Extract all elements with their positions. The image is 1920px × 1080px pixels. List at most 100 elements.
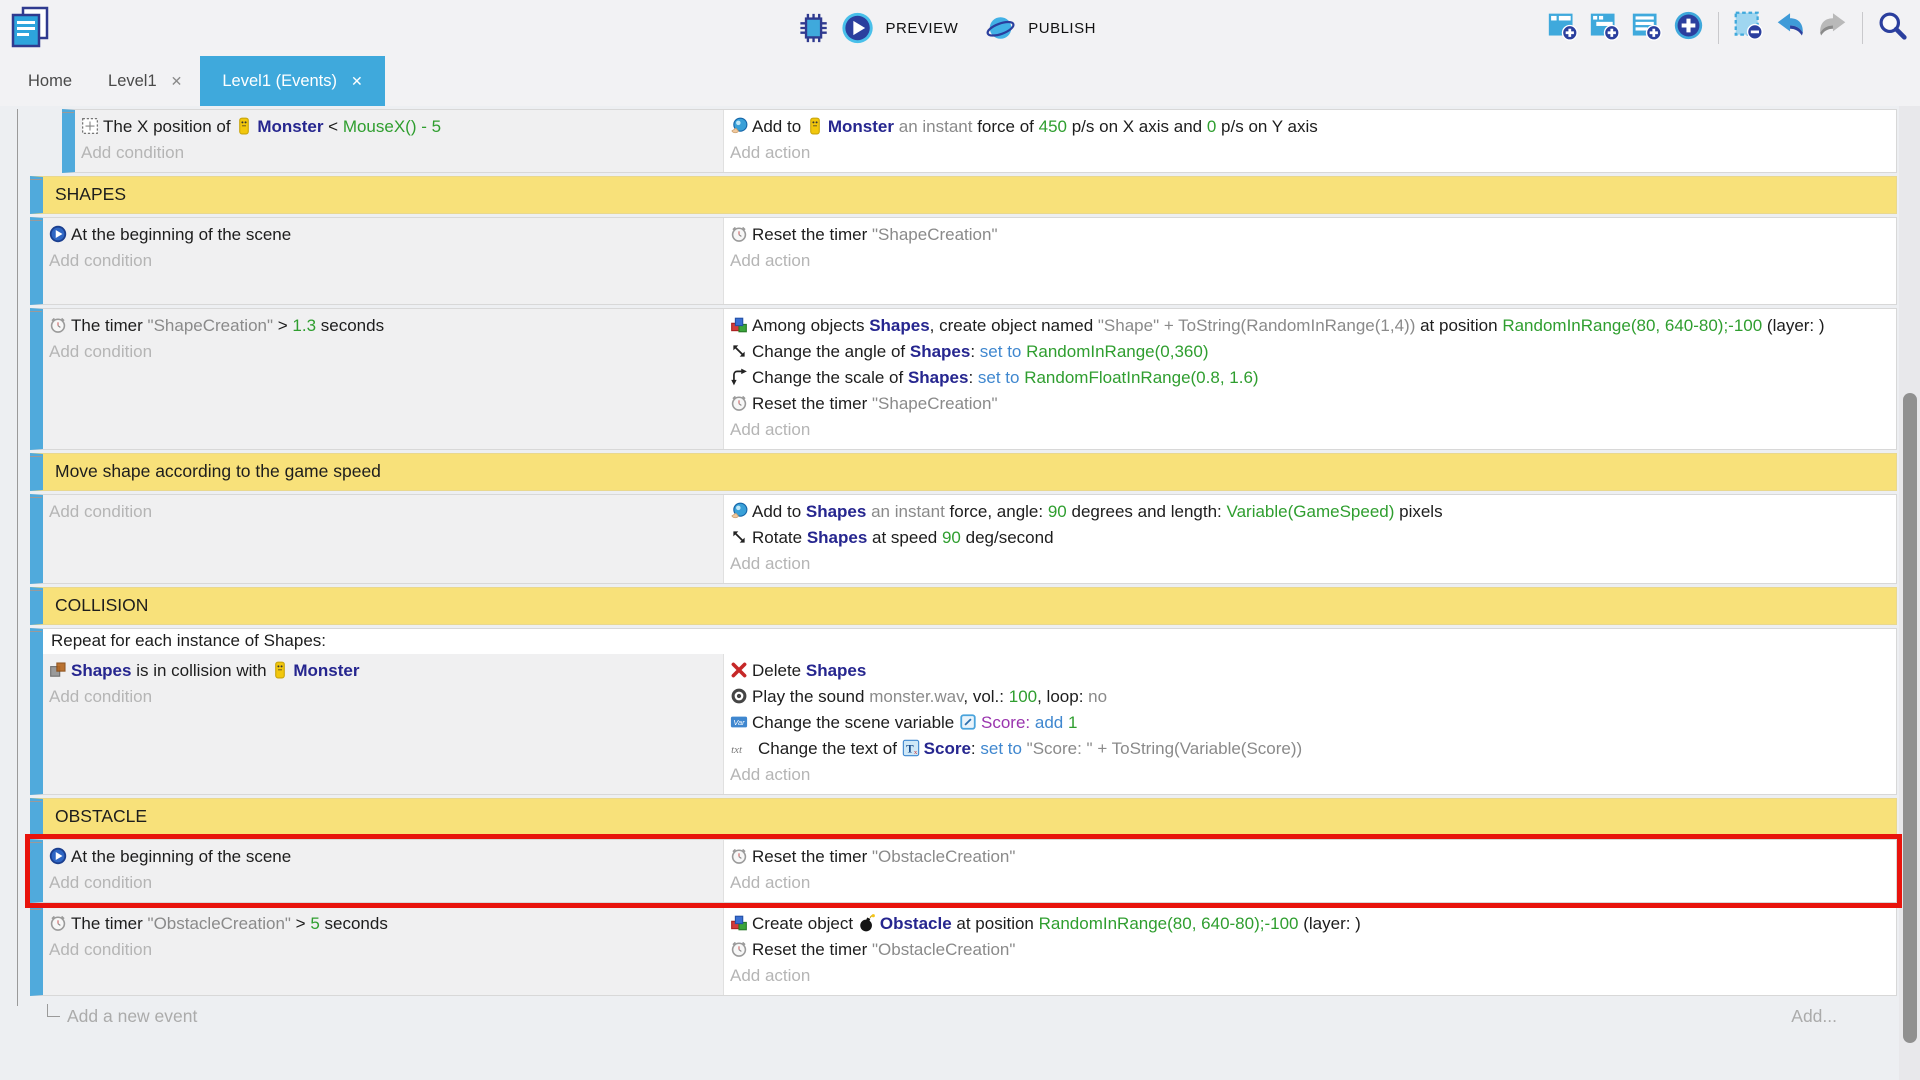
action-line[interactable]: Change the angle of Shapes: set to Rando… xyxy=(730,339,1836,365)
event-columns: At the beginning of the sceneAdd conditi… xyxy=(43,840,1896,902)
action-line[interactable]: Add to Monster an instant force of 450 p… xyxy=(730,114,1836,140)
add-comment-button[interactable] xyxy=(1631,10,1662,46)
conditions-column: Add condition xyxy=(43,495,723,583)
undo-button[interactable] xyxy=(1775,10,1806,46)
text-segment: The timer xyxy=(71,914,148,933)
condition-line[interactable]: At the beginning of the scene xyxy=(49,222,715,248)
action-line[interactable]: Play the sound monster.wav, vol.: 100, l… xyxy=(730,684,1836,710)
undo-icon xyxy=(1775,10,1806,46)
event-row[interactable]: The timer "ObstacleCreation" > 5 seconds… xyxy=(30,906,1897,996)
event-columns: The X position of Monster < MouseX() - 5… xyxy=(75,110,1896,172)
event-row[interactable]: The X position of Monster < MouseX() - 5… xyxy=(62,109,1897,173)
add-condition[interactable]: Add condition xyxy=(81,140,715,166)
add-action[interactable]: Add action xyxy=(730,551,1836,577)
close-icon[interactable]: ✕ xyxy=(351,73,363,90)
text-segment: set to xyxy=(978,368,1024,387)
group-label: COLLISION xyxy=(55,595,148,615)
add-action[interactable]: Add action xyxy=(730,963,1836,989)
add-subevent-button[interactable] xyxy=(1589,10,1620,46)
action-line[interactable]: Among objects Shapes, create object name… xyxy=(730,313,1836,339)
force-icon xyxy=(730,502,752,521)
add-condition[interactable]: Add condition xyxy=(49,870,715,896)
text-segment: The timer xyxy=(71,316,148,335)
timer-icon xyxy=(730,394,752,413)
text-segment: set to xyxy=(980,739,1026,758)
text-segment: 1 xyxy=(1068,713,1077,732)
repeat-label[interactable]: Repeat for each instance of Shapes: xyxy=(43,629,1896,654)
add-condition[interactable]: Add condition xyxy=(49,248,715,274)
action-line[interactable]: Reset the timer "ObstacleCreation" xyxy=(730,937,1836,963)
text-segment: force, angle: xyxy=(945,502,1048,521)
vertical-scrollbar[interactable] xyxy=(1899,106,1920,1080)
add-event-button[interactable] xyxy=(1547,10,1578,46)
condition-line[interactable]: The timer "ShapeCreation" > 1.3 seconds xyxy=(49,313,715,339)
toolbar-right-icons xyxy=(1547,0,1908,56)
condition-line[interactable]: The timer "ObstacleCreation" > 5 seconds xyxy=(49,911,715,937)
monster-icon xyxy=(235,117,257,136)
debug-icon[interactable] xyxy=(798,12,830,44)
preview-label[interactable]: PREVIEW xyxy=(886,20,959,37)
add-event-icon xyxy=(1547,10,1578,46)
text-segment: p/s on Y axis xyxy=(1216,117,1317,136)
event-group-header[interactable]: OBSTACLE xyxy=(30,798,1897,836)
tab-level1-events[interactable]: Level1 (Events)✕ xyxy=(200,56,384,106)
text-segment: "Shape" + ToString(RandomInRange(1,4)) xyxy=(1098,316,1415,335)
redo-button[interactable] xyxy=(1817,10,1848,46)
monster-icon xyxy=(806,117,828,136)
add-condition[interactable]: Add condition xyxy=(49,499,715,525)
action-line[interactable]: Change the scale of Shapes: set to Rando… xyxy=(730,365,1836,391)
publish-button[interactable] xyxy=(984,12,1016,44)
add-action[interactable]: Add action xyxy=(730,140,1836,166)
add-action[interactable]: Add action xyxy=(730,417,1836,443)
obstacle-icon xyxy=(858,914,880,933)
sound-icon xyxy=(730,687,752,706)
delete-icon xyxy=(730,661,752,680)
add-action[interactable]: Add action xyxy=(730,248,1836,274)
action-line[interactable]: Create object Obstacle at position Rando… xyxy=(730,911,1836,937)
preview-button[interactable] xyxy=(842,12,874,44)
text-segment: 5 xyxy=(310,914,319,933)
add-action[interactable]: Add action xyxy=(730,870,1836,896)
condition-line[interactable]: The X position of Monster < MouseX() - 5 xyxy=(81,114,715,140)
highlighted-event-row[interactable]: At the beginning of the sceneAdd conditi… xyxy=(30,839,1897,903)
timer-icon xyxy=(49,316,71,335)
add-action[interactable]: Add action xyxy=(730,762,1836,788)
event-group-header[interactable]: COLLISION xyxy=(30,587,1897,625)
tab-level1[interactable]: Level1✕ xyxy=(90,56,200,106)
app-logo-icon[interactable] xyxy=(8,5,52,49)
close-icon[interactable]: ✕ xyxy=(171,73,183,90)
add-condition[interactable]: Add condition xyxy=(49,937,715,963)
add-condition[interactable]: Add condition xyxy=(49,339,715,365)
action-line[interactable]: Reset the timer "ObstacleCreation" xyxy=(730,844,1836,870)
action-line[interactable]: txtChange the text of TxScore: set to "S… xyxy=(730,736,1836,762)
text-segment: Shapes xyxy=(806,661,866,680)
text-segment: 0 xyxy=(1207,117,1216,136)
event-row[interactable]: The timer "ShapeCreation" > 1.3 secondsA… xyxy=(30,308,1897,450)
condition-line[interactable]: Shapes is in collision with Monster xyxy=(49,658,715,684)
action-line[interactable]: VarChange the scene variable Score: add … xyxy=(730,710,1836,736)
publish-label[interactable]: PUBLISH xyxy=(1028,20,1096,37)
action-line[interactable]: Delete Shapes xyxy=(730,658,1836,684)
event-row[interactable]: At the beginning of the sceneAdd conditi… xyxy=(30,217,1897,305)
event-row[interactable]: Repeat for each instance of Shapes: Shape… xyxy=(30,628,1897,795)
clear-selection-button[interactable] xyxy=(1733,10,1764,46)
event-group-header[interactable]: SHAPES xyxy=(30,176,1897,214)
add-more-button[interactable]: Add... xyxy=(1791,1006,1837,1027)
text-segment: pixels xyxy=(1394,502,1442,521)
add-condition[interactable]: Add condition xyxy=(49,684,715,710)
action-line[interactable]: Rotate Shapes at speed 90 deg/second xyxy=(730,525,1836,551)
tab-home[interactable]: Home xyxy=(10,56,90,106)
add-new-button[interactable] xyxy=(1673,10,1704,46)
conditions-column: At the beginning of the sceneAdd conditi… xyxy=(43,840,723,902)
event-row[interactable]: Add condition Add to Shapes an instant fo… xyxy=(30,494,1897,584)
event-group-header[interactable]: Move shape according to the game speed xyxy=(30,453,1897,491)
action-line[interactable]: Reset the timer "ShapeCreation" xyxy=(730,222,1836,248)
variable-badge-icon xyxy=(959,713,981,732)
search-button[interactable] xyxy=(1877,10,1908,46)
action-line[interactable]: Reset the timer "ShapeCreation" xyxy=(730,391,1836,417)
action-line[interactable]: Add to Shapes an instant force, angle: 9… xyxy=(730,499,1836,525)
scrollbar-thumb[interactable] xyxy=(1903,393,1917,1043)
condition-line[interactable]: At the beginning of the scene xyxy=(49,844,715,870)
svg-text:Var: Var xyxy=(733,718,745,727)
add-new-event-button[interactable]: Add a new event xyxy=(67,1006,197,1027)
